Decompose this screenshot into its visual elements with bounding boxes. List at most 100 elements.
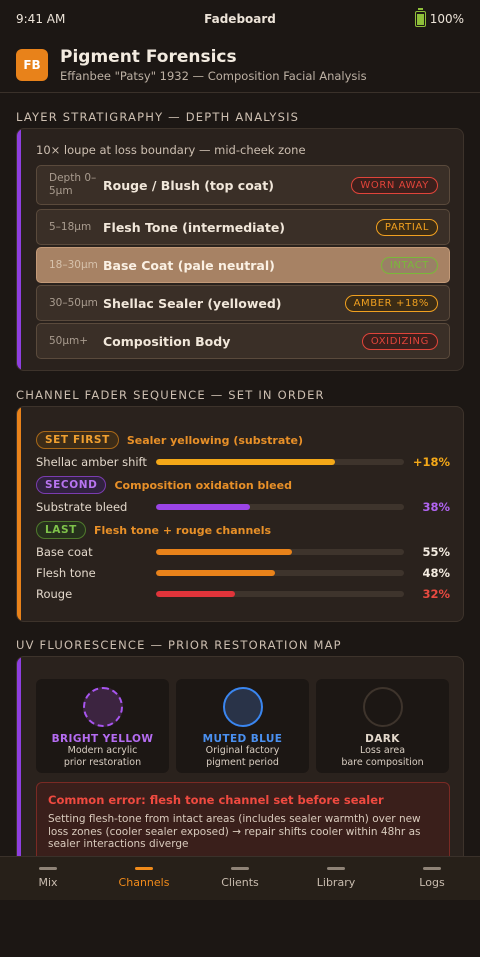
tab-label: Mix xyxy=(38,876,58,889)
stratigraphy-section-title: LAYER STRATIGRAPHY — DEPTH ANALYSIS xyxy=(16,110,300,124)
uv-section-title: UV FLUORESCENCE — PRIOR RESTORATION MAP xyxy=(16,638,342,652)
fader-shellac-amber[interactable]: Shellac amber shift +18% xyxy=(36,454,450,470)
layer-row-rouge[interactable]: Depth 0–5μm Rouge / Blush (top coat) WOR… xyxy=(36,165,450,205)
layer-row-base-coat[interactable]: 18–30μm Base Coat (pale neutral) INTACT xyxy=(36,247,450,283)
uv-swatch-icon xyxy=(362,687,403,727)
uv-tile-muted-blue[interactable]: MUTED BLUE Original factory pigment peri… xyxy=(176,679,309,773)
channels-icon xyxy=(135,867,153,870)
tab-clients[interactable]: Clients xyxy=(192,857,288,900)
fader-value: 55% xyxy=(422,545,450,559)
uv-tile-bright-yellow[interactable]: BRIGHT YELLOW Modern acrylic prior resto… xyxy=(36,679,169,773)
fader-label: Base coat xyxy=(36,545,93,559)
step-pill: LAST xyxy=(36,521,86,539)
card-accent xyxy=(17,129,21,370)
fader-substrate-bleed[interactable]: Substrate bleed 38% xyxy=(36,499,450,515)
uv-tile-desc: prior restoration xyxy=(63,756,142,768)
fader-label: Shellac amber shift xyxy=(36,455,147,469)
fader-label: Substrate bleed xyxy=(36,500,128,514)
page-subtitle: Effanbee "Patsy" 1932 — Composition Faci… xyxy=(60,69,367,83)
logs-icon xyxy=(423,867,441,870)
layer-row-flesh-tone[interactable]: 5–18μm Flesh Tone (intermediate) PARTIAL xyxy=(36,209,450,245)
app-logo[interactable]: FB xyxy=(16,49,48,81)
layer-row-composition-body[interactable]: 50μm+ Composition Body OXIDIZING xyxy=(36,323,450,359)
fader-track[interactable] xyxy=(156,459,404,465)
fader-base-coat[interactable]: Base coat 55% xyxy=(36,544,450,560)
uv-tile-desc: Original factory xyxy=(205,745,280,756)
step-description: Composition oxidation bleed xyxy=(114,478,292,492)
faders-section-title: CHANNEL FADER SEQUENCE — SET IN ORDER xyxy=(16,388,325,402)
step-pill: SECOND xyxy=(36,476,107,494)
status-carrier: Fadeboard xyxy=(204,12,276,26)
fader-track[interactable] xyxy=(156,591,404,597)
layer-name: Composition Body xyxy=(103,333,231,349)
layer-name: Base Coat (pale neutral) xyxy=(103,257,275,273)
fader-track[interactable] xyxy=(156,549,404,555)
uv-tile-name: DARK xyxy=(365,733,400,745)
fader-fill xyxy=(156,459,335,465)
status-badge: OXIDIZING xyxy=(361,332,438,350)
fader-rouge[interactable]: Rouge 32% xyxy=(36,586,450,602)
mix-icon xyxy=(39,867,57,870)
fader-value: +18% xyxy=(412,455,450,469)
warning-body: Setting flesh-tone from intact areas (in… xyxy=(48,813,421,851)
fader-label: Rouge xyxy=(36,587,73,601)
clients-icon xyxy=(231,867,249,870)
page-title: Pigment Forensics xyxy=(60,47,237,67)
fader-value: 38% xyxy=(422,500,450,514)
fader-label: Flesh tone xyxy=(36,566,96,580)
uv-tile-desc: Modern acrylic xyxy=(67,745,138,756)
fader-value: 32% xyxy=(422,587,450,601)
faders-card: SET FIRST Sealer yellowing (substrate) S… xyxy=(16,406,464,622)
app-header: FB Pigment Forensics Effanbee "Patsy" 19… xyxy=(0,38,480,93)
loupe-note: 10× loupe at loss boundary — mid-cheek z… xyxy=(36,143,306,157)
fader-fill xyxy=(156,504,251,510)
status-time: 9:41 AM xyxy=(16,12,66,26)
tab-bar: Mix Channels Clients Library Logs xyxy=(0,856,480,900)
layer-depth: 30–50μm xyxy=(49,296,98,309)
stratigraphy-card: 10× loupe at loss boundary — mid-cheek z… xyxy=(16,128,464,371)
warning-title: Common error: flesh tone channel set bef… xyxy=(48,793,384,807)
tab-label: Clients xyxy=(221,876,259,889)
layer-depth: Depth 0–5μm xyxy=(49,172,97,197)
uv-tile-desc: Loss area xyxy=(359,745,406,756)
step-last: LAST Flesh tone + rouge channels xyxy=(36,521,271,539)
fader-fill xyxy=(156,549,293,555)
layer-depth: 5–18μm xyxy=(49,220,92,233)
step-second: SECOND Composition oxidation bleed xyxy=(36,476,292,494)
tab-logs[interactable]: Logs xyxy=(384,857,480,900)
tab-label: Library xyxy=(316,876,356,889)
layer-depth: 50μm+ xyxy=(49,334,89,347)
layer-name: Flesh Tone (intermediate) xyxy=(103,219,286,235)
status-badge: WORN AWAY xyxy=(351,176,438,194)
card-accent xyxy=(17,407,21,621)
status-badge: AMBER +18% xyxy=(344,294,438,312)
fader-track[interactable] xyxy=(156,570,404,576)
tab-library[interactable]: Library xyxy=(288,857,384,900)
tab-label: Logs xyxy=(419,876,445,889)
layer-name: Shellac Sealer (yellowed) xyxy=(103,295,282,311)
fader-fill xyxy=(156,591,236,597)
warning-callout: Common error: flesh tone channel set bef… xyxy=(36,782,450,862)
uv-tile-name: MUTED BLUE xyxy=(202,733,283,745)
tab-channels[interactable]: Channels xyxy=(96,857,192,900)
layer-name: Rouge / Blush (top coat) xyxy=(103,177,274,193)
layer-depth: 18–30μm xyxy=(49,258,98,271)
tab-mix[interactable]: Mix xyxy=(0,857,96,900)
uv-swatch-icon xyxy=(222,687,263,727)
status-badge: INTACT xyxy=(380,256,438,274)
fader-track[interactable] xyxy=(156,504,404,510)
step-set-first: SET FIRST Sealer yellowing (substrate) xyxy=(36,431,303,449)
fader-fill xyxy=(156,570,276,576)
status-badge: PARTIAL xyxy=(375,218,438,236)
uv-card: BRIGHT YELLOW Modern acrylic prior resto… xyxy=(16,656,464,876)
layer-row-shellac[interactable]: 30–50μm Shellac Sealer (yellowed) AMBER … xyxy=(36,285,450,321)
battery-indicator: 100% xyxy=(414,8,464,27)
fader-flesh-tone[interactable]: Flesh tone 48% xyxy=(36,565,450,581)
uv-tile-desc: bare composition xyxy=(341,756,424,768)
step-description: Flesh tone + rouge channels xyxy=(93,523,272,537)
tab-label: Channels xyxy=(118,876,170,889)
uv-swatch-icon xyxy=(82,687,123,727)
uv-tile-dark[interactable]: DARK Loss area bare composition xyxy=(316,679,449,773)
fader-value: 48% xyxy=(422,566,450,580)
library-icon xyxy=(327,867,345,870)
